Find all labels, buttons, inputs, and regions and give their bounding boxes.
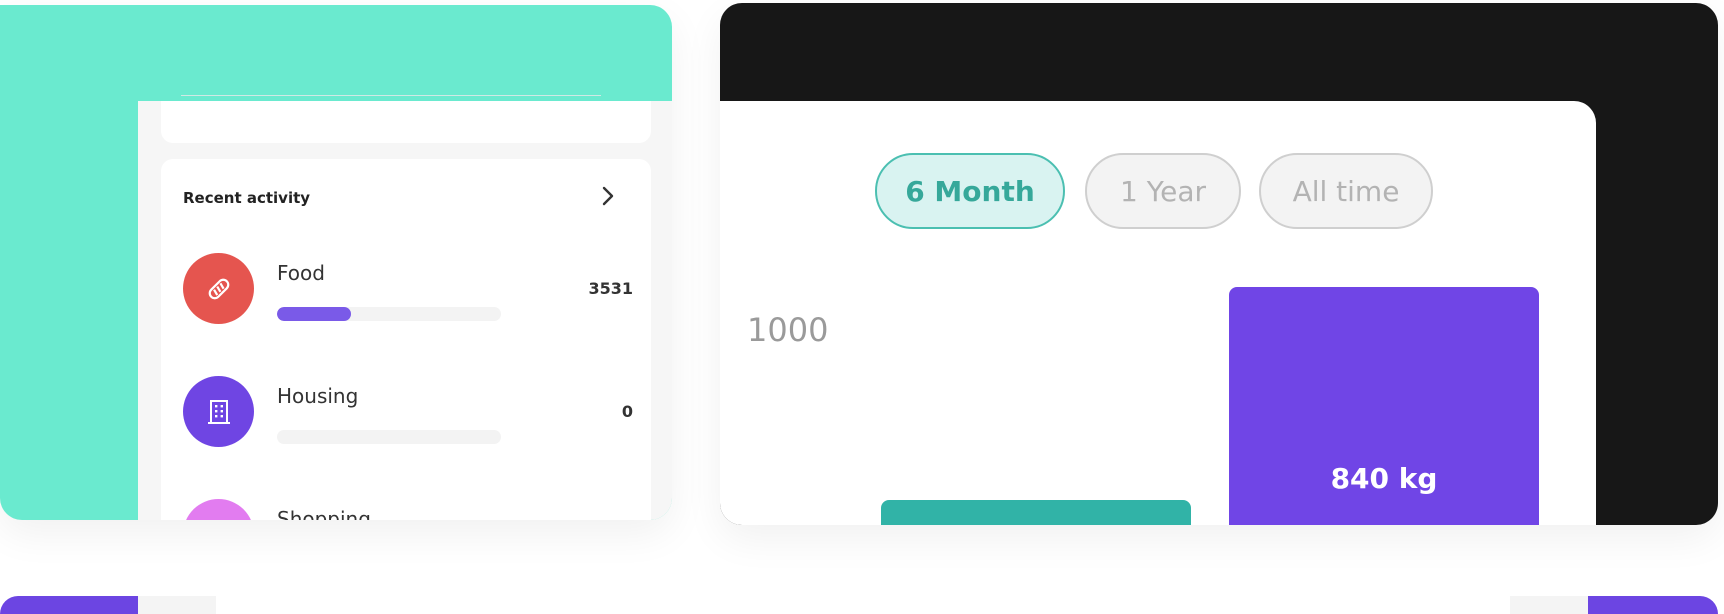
faded-text-line bbox=[181, 95, 601, 105]
activity-label: Shopping bbox=[277, 507, 371, 520]
activity-progress-track bbox=[277, 430, 501, 444]
activity-label: Housing bbox=[277, 384, 359, 408]
chevron-right-icon[interactable] bbox=[595, 183, 621, 209]
bar-value-label: 840 kg bbox=[1331, 462, 1438, 495]
building-icon bbox=[183, 376, 254, 447]
peek-gray-right bbox=[1510, 596, 1588, 614]
activity-progress-track bbox=[277, 307, 501, 321]
activity-label: Food bbox=[277, 261, 325, 285]
chart-card: 6 Month 1 Year All time 1000 840 kg bbox=[720, 3, 1718, 525]
peek-purple-left bbox=[0, 596, 138, 614]
bread-icon bbox=[183, 253, 254, 324]
peek-gray-left bbox=[138, 596, 216, 614]
recent-activity-panel: Recent activity Food 3531 Housing 0 Shop… bbox=[161, 159, 651, 520]
activity-row-shopping[interactable]: Shopping bbox=[183, 499, 633, 520]
recent-activity-title: Recent activity bbox=[183, 189, 311, 207]
activity-value: 3531 bbox=[588, 279, 633, 298]
peek-purple-right bbox=[1588, 596, 1718, 614]
activity-progress-fill bbox=[277, 307, 351, 321]
activity-value: 0 bbox=[621, 402, 633, 421]
shopping-icon bbox=[183, 499, 254, 520]
phone-screen: Recent activity Food 3531 Housing 0 Shop… bbox=[138, 95, 672, 520]
next-row-peek bbox=[0, 596, 1724, 614]
summary-panel bbox=[161, 95, 651, 143]
activity-row-food[interactable]: Food 3531 bbox=[183, 253, 633, 325]
activity-row-housing[interactable]: Housing 0 bbox=[183, 376, 633, 448]
bar[interactable] bbox=[881, 500, 1191, 525]
chart-panel: 6 Month 1 Year All time 1000 840 kg bbox=[720, 101, 1596, 525]
bar-chart: 840 kg bbox=[881, 287, 1539, 525]
activity-card: Recent activity Food 3531 Housing 0 Shop… bbox=[0, 5, 672, 520]
